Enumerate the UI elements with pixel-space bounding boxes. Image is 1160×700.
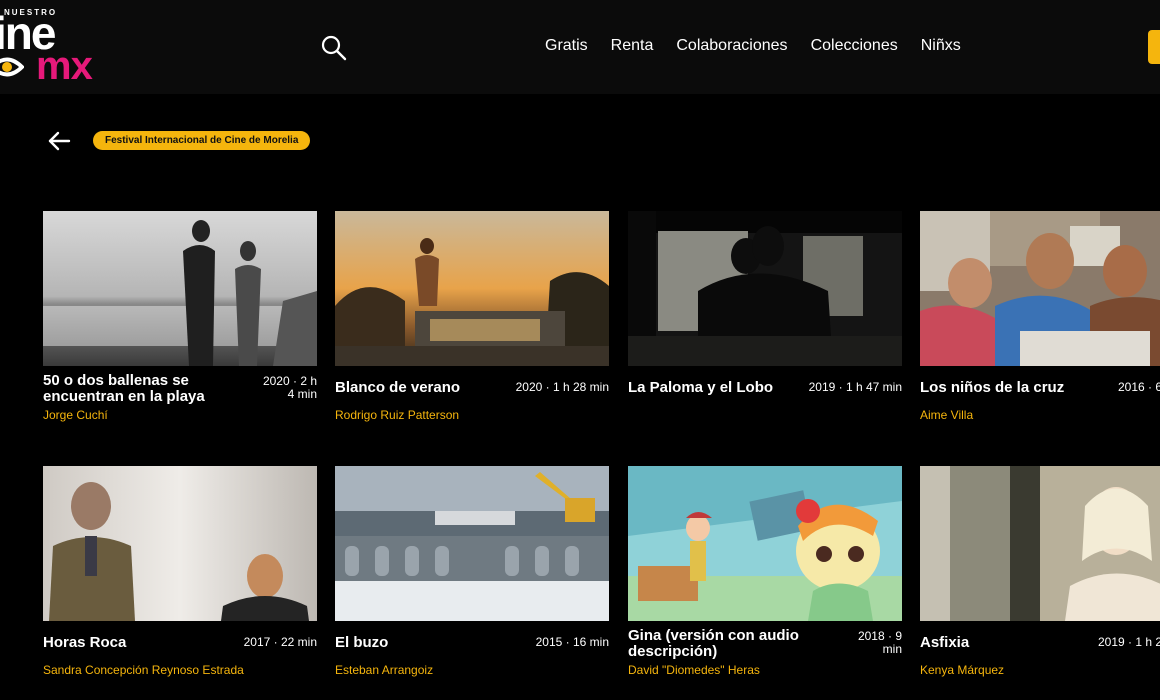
cinemx-logo[interactable]: NUESTRO ine mx xyxy=(0,0,120,94)
search-button[interactable] xyxy=(320,34,348,62)
film-title[interactable]: Blanco de verano xyxy=(335,380,485,396)
search-icon xyxy=(321,35,347,61)
film-meta: 2020 · 2 h 4 min xyxy=(262,374,317,401)
film-card[interactable]: 50 o dos ballenas se encuentran en la pl… xyxy=(43,211,317,431)
film-director[interactable]: Jorge Cuchí xyxy=(43,408,108,422)
film-director[interactable]: Aime Villa xyxy=(920,408,973,422)
film-title[interactable]: Gina (versión con audio descripción) xyxy=(628,628,828,660)
film-title[interactable]: Los niños de la cruz xyxy=(920,380,1090,396)
film-card[interactable]: Horas Roca 2017 · 22 min Sandra Concepci… xyxy=(43,466,317,686)
film-card[interactable]: Gina (versión con audio descripción) 201… xyxy=(628,466,902,686)
film-thumbnail[interactable] xyxy=(628,211,902,366)
film-meta: 2018 · 9 min xyxy=(857,629,902,656)
eye-icon xyxy=(0,57,24,77)
film-thumbnail[interactable] xyxy=(43,211,317,366)
film-meta: 2019 · 1 h 47 min xyxy=(808,380,902,394)
film-thumbnail[interactable] xyxy=(920,211,1160,366)
nav-colecciones[interactable]: Colecciones xyxy=(811,37,898,55)
account-button[interactable] xyxy=(1148,30,1160,64)
main-nav: Gratis Renta Colaboraciones Colecciones … xyxy=(545,37,984,55)
film-card[interactable]: Blanco de verano 2020 · 1 h 28 min Rodri… xyxy=(335,211,609,431)
film-title[interactable]: 50 o dos ballenas se encuentran en la pl… xyxy=(43,373,233,405)
film-thumbnail[interactable] xyxy=(335,211,609,366)
page: NUESTRO ine mx Gratis Renta Colaboracion… xyxy=(0,0,1160,700)
back-button[interactable] xyxy=(46,128,72,154)
film-title[interactable]: Horas Roca xyxy=(43,635,193,651)
nav-renta[interactable]: Renta xyxy=(611,37,654,55)
film-title[interactable]: Asfixia xyxy=(920,635,1070,651)
film-director[interactable]: Rodrigo Ruiz Patterson xyxy=(335,408,459,422)
film-meta: 2016 · 6 xyxy=(1118,380,1160,394)
film-meta: 2015 · 16 min xyxy=(535,635,609,649)
film-thumbnail[interactable] xyxy=(920,466,1160,621)
film-card[interactable]: La Paloma y el Lobo 2019 · 1 h 47 min xyxy=(628,211,902,431)
film-meta: 2019 · 1 h 2 xyxy=(1098,635,1160,649)
arrow-left-icon xyxy=(48,131,71,151)
film-meta: 2017 · 22 min xyxy=(243,635,317,649)
film-card[interactable]: El buzo 2015 · 16 min Esteban Arrangoiz xyxy=(335,466,609,686)
film-thumbnail[interactable] xyxy=(628,466,902,621)
film-director[interactable]: Sandra Concepción Reynoso Estrada xyxy=(43,663,244,677)
film-director[interactable]: David "Diomedes" Heras xyxy=(628,663,760,677)
film-director[interactable]: Kenya Márquez xyxy=(920,663,1004,677)
film-card[interactable]: Asfixia 2019 · 1 h 2 Kenya Márquez xyxy=(920,466,1160,686)
nav-gratis[interactable]: Gratis xyxy=(545,37,588,55)
nav-ninxs[interactable]: Niñxs xyxy=(921,37,961,55)
film-thumbnail[interactable] xyxy=(43,466,317,621)
film-title[interactable]: La Paloma y el Lobo xyxy=(628,380,798,396)
film-meta: 2020 · 1 h 28 min xyxy=(515,380,609,394)
collection-chip[interactable]: Festival Internacional de Cine de Moreli… xyxy=(93,131,311,150)
film-director[interactable]: Esteban Arrangoiz xyxy=(335,663,433,677)
top-header: NUESTRO ine mx Gratis Renta Colaboracion… xyxy=(0,0,1160,94)
film-title[interactable]: El buzo xyxy=(335,635,485,651)
film-thumbnail[interactable] xyxy=(335,466,609,621)
nav-colaboraciones[interactable]: Colaboraciones xyxy=(676,37,787,55)
logo-text-sub: mx xyxy=(36,44,93,88)
film-card[interactable]: Los niños de la cruz 2016 · 6 Aime Villa xyxy=(920,211,1160,431)
